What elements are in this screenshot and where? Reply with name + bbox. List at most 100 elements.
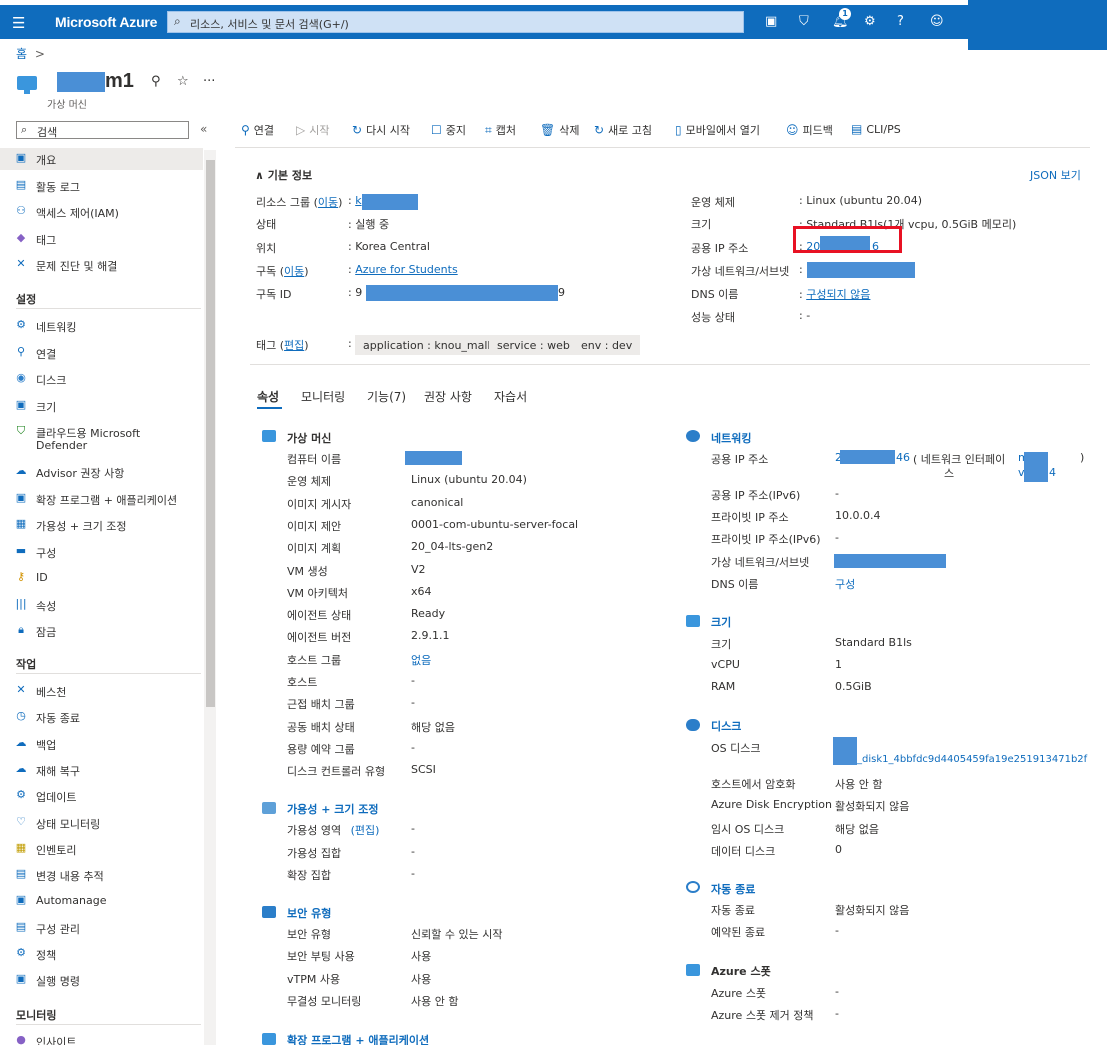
sidebar-item[interactable]: ✕ 베스천 [0,680,203,702]
connect-button[interactable]: ⚲ 연결 [241,122,274,138]
sidebar-item[interactable]: ⚇ 액세스 제어(IAM) [0,201,203,223]
help-icon[interactable]: ? [897,14,904,29]
feedback-button[interactable]: ☺ 피드백 [786,122,833,138]
autoshutdown-section-title[interactable]: 자동 종료 [711,881,755,897]
os-disk-link[interactable]: _disk1_4bbfdc9d4405459fa19e251913471b2f [857,754,1087,765]
highlight-box [793,226,902,253]
sidebar-item[interactable]: ▦ 인벤토리 [0,838,203,860]
sidebar-item[interactable]: ▤ 변경 내용 추적 [0,864,203,886]
log-icon: ▤ [15,177,27,191]
property-label: 디스크 컨트롤러 유형 [287,765,386,779]
availability-zone-edit-link[interactable]: (편집) [351,824,380,837]
sidebar-item[interactable]: ⛉ 클라우드용 Microsoft Defender [0,421,203,459]
sidebar-item[interactable]: ⚲ 연결 [0,342,203,364]
global-search-input[interactable]: ⌕ 리소스, 서비스 및 문서 검색(G+/) [167,11,744,33]
sidebar-item[interactable]: ☁ 백업 [0,733,203,755]
breadcrumb-home[interactable]: 홈 [16,47,27,61]
feedback-icon: ☺ [786,123,799,137]
property-value: 사용 안 함 [411,994,459,1008]
tag-chip[interactable]: application : knou_mall [355,335,499,355]
favorite-star-icon[interactable]: ☆ [177,74,189,89]
sidebar-item[interactable]: ▣ Automanage [0,890,203,912]
sidebar-item[interactable]: ☁ 재해 복구 [0,759,203,781]
extensions-section-title[interactable]: 확장 프로그램 + 애플리케이션 [287,1032,429,1045]
property-label: 이미지 게시자 [287,497,352,511]
essentials-toggle[interactable]: ∧ 기본 정보 [255,167,312,183]
security-section-title[interactable]: 보안 유형 [287,905,331,921]
open-mobile-button[interactable]: ▯ 모바일에서 열기 [675,122,760,138]
sidebar-item[interactable]: ● 인사이트 [0,1030,203,1045]
account-profile-area[interactable] [968,0,1107,50]
lock-icon: 🔒︎ [18,623,24,636]
tab-properties[interactable]: 속성 [257,388,279,405]
networking-section-title[interactable]: 네트워킹 [711,430,751,446]
property-label: 데이터 디스크 [711,844,776,858]
sidebar-item[interactable]: ♡ 상태 모니터링 [0,812,203,834]
directory-filter-icon[interactable]: ⛉ [799,14,809,29]
tab-tutorials[interactable]: 자습서 [494,388,527,405]
disk-section-title[interactable]: 디스크 [711,718,741,734]
box-icon: ▦ [15,840,27,854]
tags-edit-link[interactable]: 편집 [284,339,304,352]
sidebar-item-label: Advisor 권장 사항 [36,467,125,480]
sidebar-item[interactable]: ▤ 구성 관리 [0,917,203,939]
sidebar-item[interactable]: ⚙ 정책 [0,943,203,965]
property-label: VM 생성 [287,564,328,578]
sidebar-item[interactable]: ▣ 크기 [0,395,203,417]
sidebar-item[interactable]: ◷ 자동 종료 [0,706,203,728]
settings-gear-icon[interactable]: ⚙ [864,14,876,29]
sidebar-item[interactable]: ◆ 태그 [0,228,203,250]
redacted-vnet[interactable] [834,554,946,568]
sidebar-item-label: 정책 [36,949,57,962]
hamburger-menu-icon[interactable]: ☰ [12,14,25,32]
size-section-title[interactable]: 크기 [711,614,731,630]
sidebar-item[interactable]: ▤ 활동 로그 [0,175,203,197]
sidebar-item[interactable]: ▦ 가용성 + 크기 조정 [0,514,203,536]
sidebar-item[interactable]: ▣ 개요 [0,148,203,170]
os-value: Linux (ubuntu 20.04) [806,194,923,207]
sidebar-item[interactable]: ▣ 실행 명령 [0,969,203,991]
subscription-move-link[interactable]: 이동 [284,265,304,278]
sidebar-item[interactable]: ☁ Advisor 권장 사항 [0,461,203,483]
sidebar-item[interactable]: ✕ 문제 진단 및 해결 [0,254,203,276]
collapse-sidebar-icon[interactable]: « [200,122,207,136]
more-options-icon[interactable]: ··· [203,74,215,89]
sidebar-item[interactable]: ||| 속성 [0,594,203,616]
sidebar-item[interactable]: ◉ 디스크 [0,368,203,390]
restart-button[interactable]: ↻ 다시 시작 [352,122,410,138]
dns-configure-link[interactable]: 구성되지 않음 [806,288,870,301]
tag-chip[interactable]: service : web [489,335,578,355]
tab-capabilities[interactable]: 기능(7) [367,388,406,405]
resource-group-move-link[interactable]: 이동 [318,196,338,209]
sidebar-item-label: 인벤토리 [36,843,77,857]
sidebar-scroll-thumb[interactable] [206,160,215,707]
sidebar-search-input[interactable]: ⌕ 검색 [16,121,189,139]
brand-logo[interactable]: Microsoft Azure [55,14,157,30]
redacted-vnet[interactable] [807,262,915,278]
dns-configure-link[interactable]: 구성 [835,578,855,591]
delete-button[interactable]: 🗑︎ 삭제 [540,122,579,138]
property-value[interactable]: 없음 [411,652,431,668]
tag-chip[interactable]: env : dev [573,335,641,355]
json-view-link[interactable]: JSON 보기 [1030,167,1081,183]
breadcrumb: 홈 > [16,47,45,61]
resource-group-link[interactable]: k [355,194,361,207]
sidebar-item[interactable]: ⚙ 네트워킹 [0,315,203,337]
tab-recommendations[interactable]: 권장 사항 [424,388,472,405]
sidebar-item[interactable]: ⚷ ID [0,567,203,589]
sidebar-item[interactable]: ▬ 구성 [0,541,203,563]
subscription-link[interactable]: Azure for Students [355,263,457,276]
cloud-shell-icon[interactable]: ▣ [765,14,777,29]
tab-monitoring[interactable]: 모니터링 [301,388,345,405]
feedback-person-icon[interactable]: ☺ [930,14,944,29]
capture-button[interactable]: ⌗ 캡처 [485,122,516,138]
sidebar-item[interactable]: ⚙ 업데이트 [0,785,203,807]
sidebar-item[interactable]: 🔒︎ 잠금 [0,620,203,642]
stop-button[interactable]: ☐ 중지 [431,122,466,138]
availability-section-title[interactable]: 가용성 + 크기 조정 [287,801,379,817]
refresh-button[interactable]: ↻ 새로 고침 [594,122,652,138]
start-button[interactable]: ▷ 시작 [296,122,329,138]
sidebar-item[interactable]: ▣ 확장 프로그램 + 애플리케이션 [0,488,203,510]
pin-icon[interactable]: ⚲ [151,74,161,89]
cli-ps-button[interactable]: ▤ CLI/PS [851,122,901,136]
